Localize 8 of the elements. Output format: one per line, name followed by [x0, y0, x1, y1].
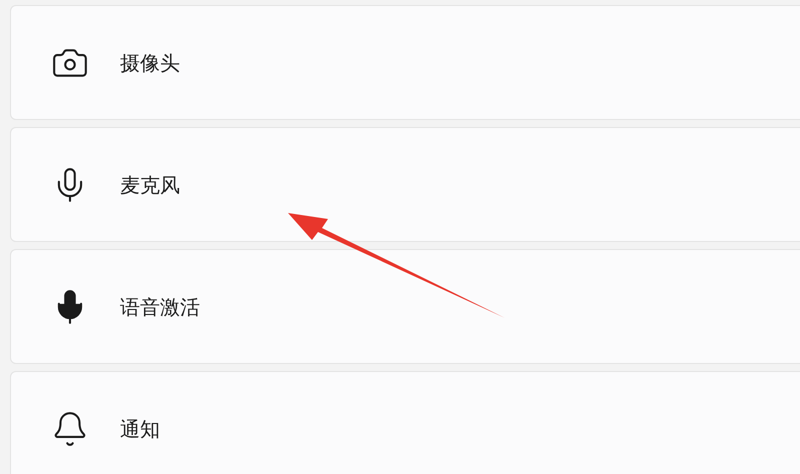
- settings-item[interactable]: 摄像头: [10, 5, 800, 120]
- settings-item[interactable]: 麦克风: [10, 127, 800, 242]
- settings-item[interactable]: 语音激活: [10, 249, 800, 364]
- item-label: 语音激活: [120, 294, 200, 320]
- item-label: 摄像头: [120, 50, 180, 76]
- item-label: 通知: [120, 416, 160, 442]
- item-label: 麦克风: [120, 172, 180, 198]
- settings-item[interactable]: 通知: [10, 371, 800, 474]
